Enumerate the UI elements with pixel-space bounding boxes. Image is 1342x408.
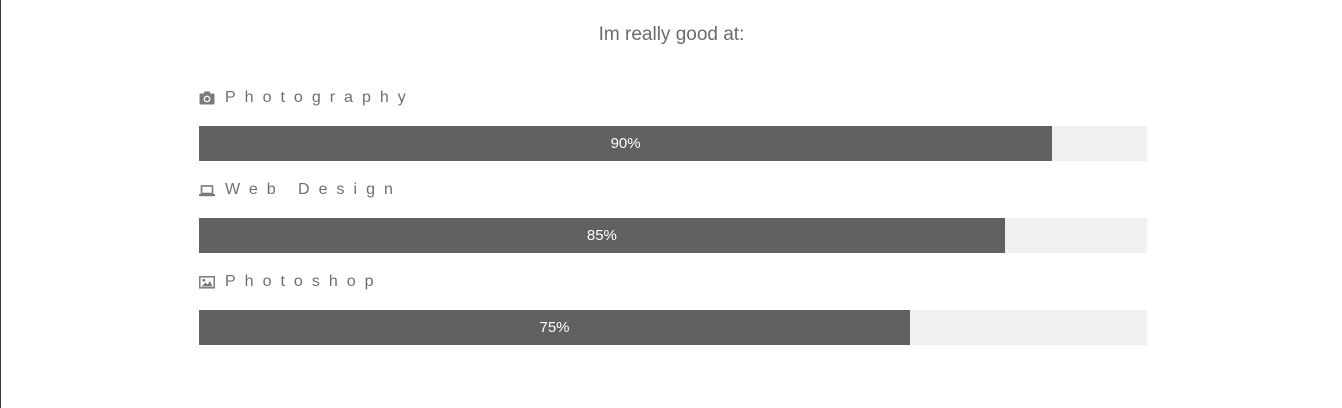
skill-label-row: Web Design [199, 180, 1147, 200]
progress-fill: 90% [199, 126, 1053, 161]
progress-percent: 90% [610, 135, 641, 152]
section-heading: Im really good at: [598, 24, 745, 45]
skill-label: Photography [225, 89, 415, 106]
skill-label: Photoshop [225, 273, 383, 290]
skill-label-row: Photography [199, 88, 1147, 108]
progress-track: 90% [199, 126, 1147, 161]
progress-fill: 75% [199, 310, 910, 345]
progress-track: 75% [199, 310, 1147, 345]
progress-percent: 75% [539, 319, 570, 336]
skill-label-row: Photoshop [199, 272, 1147, 292]
skills-section: Im really good at: Photography 90% Web D… [0, 0, 1342, 408]
skill-photography: Photography 90% [199, 88, 1147, 161]
progress-percent: 85% [586, 227, 617, 244]
skill-label: Web Design [225, 181, 402, 198]
progress-track: 85% [199, 218, 1147, 253]
laptop-icon [199, 185, 215, 197]
skill-photoshop: Photoshop 75% [199, 272, 1147, 345]
image-icon [199, 276, 215, 289]
skill-web-design: Web Design 85% [199, 180, 1147, 253]
camera-icon [199, 91, 215, 105]
progress-fill: 85% [199, 218, 1005, 253]
